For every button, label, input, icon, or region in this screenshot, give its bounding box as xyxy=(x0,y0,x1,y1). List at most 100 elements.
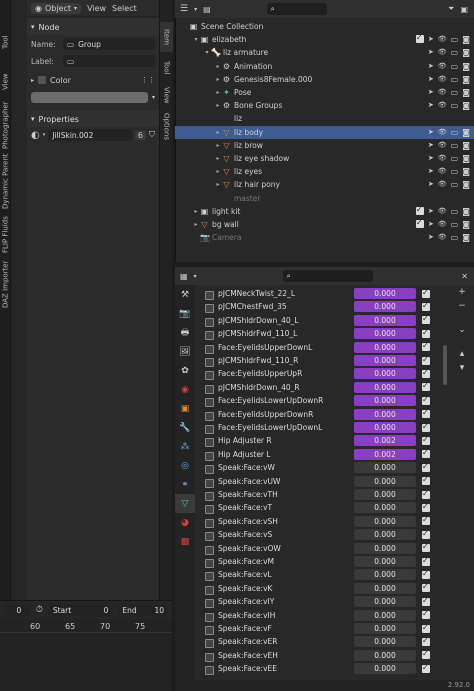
shape-key-row[interactable]: pJCMChestFwd_35 0.000 xyxy=(202,300,442,314)
drag-handle-icon[interactable]: ⋮⋮ xyxy=(141,76,155,84)
display-mode-icon[interactable]: ▤ xyxy=(203,5,211,14)
viewport-disable-icon[interactable]: ▭ xyxy=(451,141,459,150)
shape-key-mute-checkbox[interactable] xyxy=(422,569,430,579)
selectable-icon[interactable]: ➤ xyxy=(428,75,434,84)
name-field[interactable]: ▭ Group xyxy=(63,38,155,50)
shape-key-value[interactable]: 0.000 xyxy=(354,529,416,541)
viewport-edge[interactable] xyxy=(11,0,27,600)
camera-render-icon[interactable]: ◙ xyxy=(462,207,470,216)
physics-tab-icon[interactable]: ◎ xyxy=(175,456,195,475)
eye-icon[interactable]: 👁 xyxy=(438,154,447,163)
selectable-icon[interactable]: ➤ xyxy=(428,154,434,163)
tool-tab-icon[interactable]: ⚒ xyxy=(175,285,195,304)
eye-icon[interactable]: 👁 xyxy=(438,35,447,44)
output-tab-icon[interactable]: 🖶 xyxy=(175,323,195,342)
constraints-tab-icon[interactable]: ⚭ xyxy=(175,475,195,494)
selectable-icon[interactable]: ➤ xyxy=(428,48,434,57)
shape-key-name[interactable]: Speak:Face:vEH xyxy=(202,651,354,662)
shape-key-mute-checkbox[interactable] xyxy=(422,542,430,553)
shape-key-row[interactable]: Hip Adjuster L 0.002 xyxy=(202,448,442,461)
tab-view-left[interactable]: View xyxy=(0,68,11,96)
shape-key-value[interactable]: 0.000 xyxy=(354,475,416,487)
menu-select[interactable]: Select xyxy=(112,4,137,13)
shape-key-value[interactable]: 0.000 xyxy=(354,489,416,500)
outliner-row[interactable]: ▣ Scene Collection xyxy=(175,20,474,33)
node-panel-header[interactable]: ▾ Node xyxy=(27,19,159,35)
shape-key-value[interactable]: 0.002 xyxy=(354,435,416,447)
viewport-disable-icon[interactable]: ▭ xyxy=(451,128,459,137)
outliner-search-input[interactable]: ⌕ xyxy=(266,3,327,15)
viewport-disable-icon[interactable]: ▭ xyxy=(451,88,459,97)
shape-key-row[interactable]: Speak:Face:vTH 0.000 xyxy=(202,488,442,501)
eye-icon[interactable]: 👁 xyxy=(438,207,447,216)
outliner-row[interactable]: 📷 Camera ➤ 👁 ▭ ◙ xyxy=(175,231,474,244)
start-frame-field[interactable]: Start 0 xyxy=(48,604,113,616)
eye-icon[interactable]: 👁 xyxy=(438,48,447,57)
shape-key-mute-checkbox[interactable] xyxy=(422,636,430,646)
shape-key-mute-checkbox[interactable] xyxy=(422,288,430,298)
shape-key-value[interactable]: 0.000 xyxy=(354,355,416,366)
view-layer-tab-icon[interactable]: 🖼 xyxy=(175,342,195,361)
shape-key-mute-checkbox[interactable] xyxy=(422,422,430,432)
eye-icon[interactable]: 👁 xyxy=(438,62,447,71)
add-icon[interactable]: + xyxy=(458,287,466,297)
disclosure-triangle-icon[interactable]: ▾ xyxy=(203,49,211,56)
shape-key-mute-checkbox[interactable] xyxy=(422,596,430,606)
move-up-icon[interactable]: ▴ xyxy=(460,349,465,359)
camera-render-icon[interactable]: ◙ xyxy=(462,233,470,242)
outliner-row[interactable]: ▸ ⚙ Animation ➤ 👁 ▭ ◙ xyxy=(175,60,474,73)
selectable-icon[interactable]: ➤ xyxy=(428,35,434,44)
selectable-icon[interactable]: ➤ xyxy=(428,220,434,229)
shape-key-mute-checkbox[interactable] xyxy=(422,489,430,499)
disclosure-triangle-icon[interactable]: ▸ xyxy=(214,129,222,136)
selectable-icon[interactable]: ➤ xyxy=(428,62,434,71)
shape-key-mute-checkbox[interactable] xyxy=(422,462,430,472)
exclude-checkbox[interactable] xyxy=(415,218,424,228)
shape-key-value[interactable]: 0.000 xyxy=(354,395,416,407)
viewport-disable-icon[interactable]: ▭ xyxy=(451,75,459,84)
shape-key-name[interactable]: Speak:Face:vEE xyxy=(202,664,354,676)
shape-key-value[interactable]: 0.000 xyxy=(354,663,416,675)
exclude-checkbox[interactable] xyxy=(415,33,424,44)
shape-key-value[interactable]: 0.000 xyxy=(354,623,416,634)
shape-key-name[interactable]: Speak:Face:vIY xyxy=(202,597,354,609)
camera-render-icon[interactable]: ◙ xyxy=(462,141,470,150)
viewport-disable-icon[interactable]: ▭ xyxy=(451,48,459,57)
shape-key-mute-checkbox[interactable] xyxy=(422,301,430,311)
shape-key-name[interactable]: Face:EyelidsUpperDownR xyxy=(202,410,354,421)
shape-key-name[interactable]: Face:EyelidsLowerUpDownR xyxy=(202,396,354,408)
shape-key-row[interactable]: pJCMShldrFwd_110_L 0.000 xyxy=(202,327,442,341)
shape-key-mute-checkbox[interactable] xyxy=(422,663,430,673)
shape-key-mute-checkbox[interactable] xyxy=(422,381,430,392)
tab-flip-fluids[interactable]: FLIP Fluids xyxy=(0,213,11,257)
shape-key-value[interactable]: 0.000 xyxy=(354,556,416,567)
outliner-row[interactable]: ▾▣elizabeth ➤ 👁 ▭◙ xyxy=(175,33,474,46)
shape-key-name[interactable]: Speak:Face:vUW xyxy=(202,477,354,488)
shape-key-value[interactable]: 0.000 xyxy=(354,609,416,621)
eye-icon[interactable]: 👁 xyxy=(438,101,447,110)
camera-render-icon[interactable]: ◙ xyxy=(462,167,470,176)
shape-key-value[interactable]: 0.000 xyxy=(354,288,416,299)
chevron-down-icon[interactable]: ⌄ xyxy=(458,325,466,335)
shape-key-row[interactable]: Speak:Face:vL 0.000 xyxy=(202,568,442,582)
pin-icon[interactable]: ✕ xyxy=(461,272,468,281)
disclosure-triangle-icon[interactable]: ▸ xyxy=(214,102,222,109)
material-name-field[interactable]: JillSkin.002 xyxy=(48,129,132,141)
shape-key-value[interactable]: 0.000 xyxy=(354,542,416,554)
stopwatch-icon[interactable]: ⏱ xyxy=(36,605,43,615)
camera-render-icon[interactable]: ◙ xyxy=(462,75,470,84)
shape-key-row[interactable]: Face:EyelidsLowerUpDownR 0.000 xyxy=(202,394,442,408)
shape-key-name[interactable]: pJCMShldrFwd_110_L xyxy=(202,329,354,341)
outliner-row[interactable]: ▸ ⚙ Genesis8Female.000 ➤ 👁 ▭ ◙ xyxy=(175,73,474,86)
shape-key-name[interactable]: Speak:Face:vSH xyxy=(202,517,354,528)
shape-key-name[interactable]: Speak:Face:vS xyxy=(202,530,354,542)
tab-dynamic-parent[interactable]: Dynamic Parent xyxy=(0,153,11,209)
shape-key-name[interactable]: Speak:Face:vER xyxy=(202,637,354,649)
shape-key-row[interactable]: Face:EyelidsUpperUpR 0.000 xyxy=(202,367,442,381)
shape-key-name[interactable]: pJCMShldrDown_40_L xyxy=(202,316,354,327)
label-field[interactable]: ▭ xyxy=(63,55,155,67)
viewport-disable-icon[interactable]: ▭ xyxy=(451,180,459,189)
properties-search-input[interactable]: ⌕ xyxy=(282,270,373,282)
shape-key-name[interactable]: Speak:Face:vOW xyxy=(202,544,354,555)
color-checkbox[interactable] xyxy=(38,76,47,84)
